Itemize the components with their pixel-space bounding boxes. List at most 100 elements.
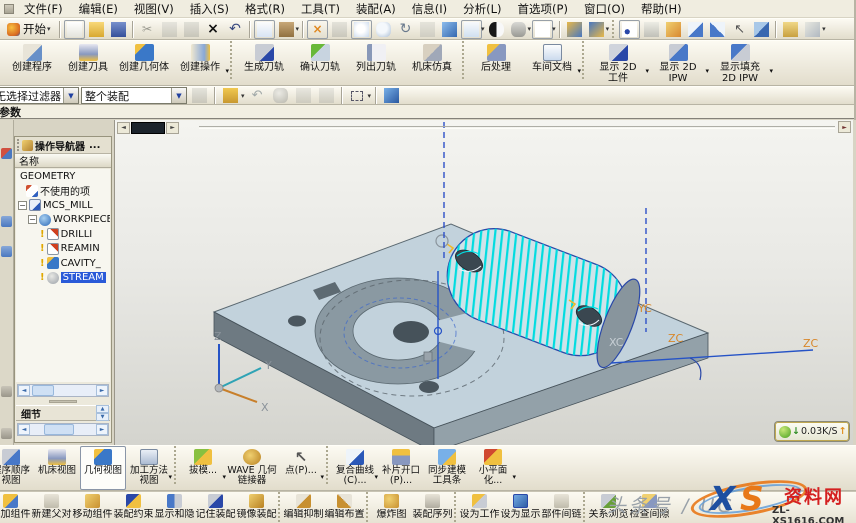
new-file-icon[interactable] [64,20,85,39]
selection-filter-dropdown[interactable]: 无选择过滤器 ▼ [0,87,79,104]
machine-simulation-button[interactable]: 机床仿真 [404,41,460,85]
menu-tools[interactable]: 工具(T) [293,0,348,18]
menu-window[interactable]: 窗口(O) [576,0,633,18]
face-analysis-icon[interactable] [508,20,529,39]
rectangle-select-icon[interactable] [347,86,368,105]
find-caret-icon[interactable]: ▾ [296,25,300,33]
navigator-more[interactable]: ... [89,140,100,151]
viewport-canvas[interactable]: YC XC ZC ZC Z Y X [115,120,854,445]
column-header-name[interactable]: 名称 [15,154,111,168]
tree-row-unused[interactable]: 不使用的项 [16,184,110,199]
make-displayed-part-button[interactable]: 设为显示 [500,492,541,523]
draft-button[interactable]: 拔模... ▾ [180,446,226,490]
scrollbar-thumb[interactable] [44,424,74,435]
menu-edit[interactable]: 编辑(E) [71,0,126,18]
menu-help[interactable]: 帮助(H) [633,0,690,18]
scroll-left-icon[interactable]: ◄ [18,385,30,396]
paste-icon[interactable] [181,20,202,39]
collapse-icon[interactable]: − [18,201,27,210]
make-work-part-button[interactable]: 设为工作 [459,492,500,523]
tag-info-icon[interactable] [254,20,275,39]
scroll-right-icon[interactable]: ► [166,122,179,134]
viewport-scrollbar[interactable]: ◄ ► [117,121,179,134]
shop-doc-caret-icon[interactable]: ▾ [577,67,581,75]
menu-information[interactable]: 信息(I) [404,0,455,18]
undo-icon[interactable]: ↶ [225,20,246,39]
unite-icon[interactable] [751,20,772,39]
network-speed-widget[interactable]: ↓ 0.03K/S ↑ [775,422,849,441]
sphere-select-icon[interactable] [270,86,291,105]
scrollbar-thumb[interactable] [131,122,165,134]
show-2d-workpiece-button[interactable]: 显示 2D 工件 ▾ [588,41,648,85]
scrollbar-thumb[interactable] [32,385,54,396]
scroll-right-icon[interactable]: ► [96,385,108,396]
navigator-title-bar[interactable]: 操作导航器 ... [15,137,111,154]
snap-options-icon[interactable] [220,86,241,105]
synchronous-modeling-button[interactable]: 同步建模工具条 [424,446,470,490]
verify-toolpath-button[interactable]: 确认刀轨 [292,41,348,85]
shaded-view-icon[interactable] [439,20,460,39]
view-layout2-icon[interactable] [586,20,607,39]
list-toolpath-button[interactable]: 列出刀轨 [348,41,404,85]
tree-horizontal-scrollbar[interactable]: ◄ ► [17,384,109,397]
wireframe-view-icon[interactable] [461,20,482,39]
interpart-link-button[interactable]: 部件间链 [541,492,582,523]
tree-row-drill[interactable]: ! DRILLI [16,227,110,242]
generate-toolpath-button[interactable]: 生成刀轨 [236,41,292,85]
select-next-icon[interactable] [316,86,337,105]
tree-row-ream[interactable]: ! REAMIN [16,242,110,257]
find-component-icon[interactable] [276,20,297,39]
tree-row-cavity[interactable]: ! CAVITY_ [16,256,110,271]
panel-splitter[interactable] [15,399,111,404]
save-icon[interactable] [108,20,129,39]
menu-view[interactable]: 视图(V) [126,0,182,18]
select-up-icon[interactable] [293,86,314,105]
point-button[interactable]: ↖ 点(P)... ▾ [278,446,324,490]
datum-plane-icon[interactable] [641,20,662,39]
create-operation-caret-icon[interactable]: ▾ [225,67,229,75]
move-component-button[interactable]: 移动组件 [72,492,113,523]
show-filled-2d-ipw-caret-icon[interactable]: ▾ [769,67,773,75]
interpart-select-icon[interactable] [189,86,210,105]
cut-icon[interactable]: ✂ [137,20,158,39]
resource-tab-icon[interactable] [1,216,12,227]
snap-options-caret-icon[interactable]: ▾ [241,92,245,100]
resource-tab-icon[interactable] [1,428,12,439]
shop-documentation-button[interactable]: 车间文档 ▾ [524,41,580,85]
facet-body-caret-icon[interactable]: ▾ [512,473,516,481]
tree-row-workpiece[interactable]: − WORKPIECE [16,213,110,228]
extrude-icon[interactable] [685,20,706,39]
menu-analysis[interactable]: 分析(L) [455,0,509,18]
menu-insert[interactable]: 插入(S) [182,0,237,18]
drag-grip-icon[interactable] [17,139,20,151]
selection-filter-caret-icon[interactable]: ▼ [63,88,78,103]
start-button[interactable]: 开始 ▾ [2,20,56,38]
resource-tab-icon[interactable] [1,246,12,257]
face-analysis-caret-icon[interactable]: ▾ [528,25,532,33]
tree-row-geometry[interactable]: GEOMETRY [16,169,110,184]
zoom-box-icon[interactable] [351,20,372,39]
edit-suppression-button[interactable]: 编辑抑制 [283,492,324,523]
graphics-viewport[interactable]: YC XC ZC ZC Z Y X ◄ ► ► [114,120,853,445]
check-clearance-button[interactable]: 检查间隙 [629,492,670,523]
fit-view-icon[interactable]: × [307,20,328,39]
show-filled-2d-ipw-button[interactable]: 显示填充 2D IPW ▾ [708,41,772,85]
composite-curve-button[interactable]: 复合曲线(C)... ▾ [332,446,378,490]
undo-selection-icon[interactable]: ↶ [247,86,268,105]
mirror-assembly-button[interactable]: 镜像装配 [236,492,277,523]
create-operation-button[interactable]: 创建操作 ▾ [172,41,228,85]
rotate-view-icon[interactable]: ↻ [395,20,416,39]
facet-body-button[interactable]: 小平面化... ▾ [470,446,516,490]
relations-browser-button[interactable]: 关系浏览 [588,492,629,523]
angle-caret-icon[interactable]: ▾ [822,25,826,33]
menu-preferences[interactable]: 首选项(P) [510,0,576,18]
tree-row-stream[interactable]: ! STREAM [16,271,110,286]
assembly-sequence-button[interactable]: 装配序列 [412,492,453,523]
machine-tool-view-button[interactable]: 机床视图 [34,446,80,490]
measure-icon[interactable] [780,20,801,39]
menu-assemblies[interactable]: 装配(A) [348,0,404,18]
wireframe-caret-icon[interactable]: ▾ [481,25,485,33]
view-layout-caret-icon[interactable]: ▾ [606,25,610,33]
sketch-icon[interactable] [663,20,684,39]
angle-icon[interactable] [802,20,823,39]
